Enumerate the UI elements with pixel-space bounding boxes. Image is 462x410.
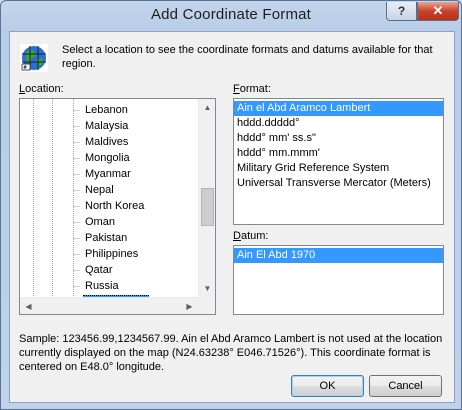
scroll-down-arrow-icon[interactable]: ▼ xyxy=(199,280,215,297)
dialog-window: Add Coordinate Format ? ✕ # Select a loc… xyxy=(0,0,462,410)
datum-item[interactable]: Ain El Abd 1970 xyxy=(234,248,443,263)
cancel-button[interactable]: Cancel xyxy=(369,375,442,397)
location-item[interactable]: Russia xyxy=(83,279,121,294)
location-item[interactable]: Malaysia xyxy=(83,119,130,134)
location-item[interactable]: Philippines xyxy=(83,247,140,262)
datum-listbox[interactable]: Ain El Abd 1970 xyxy=(233,245,444,315)
help-button[interactable]: ? xyxy=(386,2,417,21)
scroll-up-arrow-icon[interactable]: ▲ xyxy=(199,99,215,116)
ok-button[interactable]: OK xyxy=(291,375,364,397)
format-item[interactable]: hddd.ddddd° xyxy=(234,116,443,131)
location-item[interactable]: Qatar xyxy=(83,263,115,278)
scroll-thumb[interactable] xyxy=(201,188,214,226)
close-button[interactable]: ✕ xyxy=(417,2,459,21)
location-tree[interactable]: Lebanon Malaysia Maldives Mongolia Myanmar Ne… xyxy=(19,98,216,315)
globe-grid-icon: # xyxy=(20,44,48,72)
format-label: Format: xyxy=(233,83,271,95)
svg-text:#: # xyxy=(23,65,27,71)
format-item[interactable]: Ain el Abd Aramco Lambert xyxy=(234,101,443,116)
location-item[interactable]: Pakistan xyxy=(83,231,129,246)
format-listbox[interactable]: Ain el Abd Aramco Lambert hddd.ddddd° hddd… xyxy=(233,98,444,225)
datum-label: Datum: xyxy=(233,230,269,242)
location-label: Location: xyxy=(19,83,64,95)
location-item[interactable]: Oman xyxy=(83,215,117,230)
location-item[interactable]: Nepal xyxy=(83,183,116,198)
scroll-left-arrow-icon[interactable]: ◀ xyxy=(20,298,37,314)
location-horizontal-scrollbar[interactable]: ◀ ▶ xyxy=(20,297,198,314)
scroll-right-arrow-icon[interactable]: ▶ xyxy=(181,298,198,314)
intro-text: Select a location to see the coordinate … xyxy=(62,44,433,70)
tree-connector-lines xyxy=(33,99,80,297)
location-item[interactable]: North Korea xyxy=(83,199,146,214)
location-item[interactable]: Mongolia xyxy=(83,151,132,166)
format-item[interactable]: hddd° mm' ss.s" xyxy=(234,131,443,146)
dialog-client-area: # Select a location to see the coordinat… xyxy=(9,31,455,403)
format-item[interactable]: hddd° mm.mmm' xyxy=(234,146,443,161)
location-vertical-scrollbar[interactable]: ▲ ▼ xyxy=(198,99,215,297)
format-item[interactable]: Universal Transverse Mercator (Meters) xyxy=(234,176,443,191)
location-item[interactable]: Maldives xyxy=(83,135,130,150)
sample-description: Sample: 123456.99,1234567.99. Ain el Abd… xyxy=(19,333,443,373)
scrollbar-corner xyxy=(198,297,215,314)
location-item[interactable]: Myanmar xyxy=(83,167,133,182)
location-item[interactable]: Lebanon xyxy=(83,103,130,118)
format-item[interactable]: Military Grid Reference System xyxy=(234,161,443,176)
